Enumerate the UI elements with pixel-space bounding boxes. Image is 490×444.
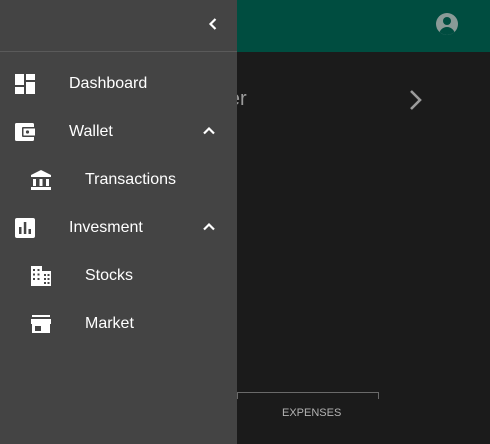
nav-item-label: Market — [85, 315, 134, 332]
building-icon — [31, 266, 51, 286]
nav-item-label: Invesment — [69, 219, 143, 236]
nav-item-dashboard[interactable]: Dashboard — [0, 60, 237, 108]
chevron-up-icon[interactable] — [200, 218, 218, 236]
nav-item-market[interactable]: Market — [0, 300, 237, 348]
bar-chart-icon — [15, 218, 35, 238]
navigation-drawer: Dashboard Wallet Transactions Invesment … — [0, 0, 237, 444]
chart-category-label: EXPENSES — [282, 407, 342, 419]
nav-item-label: Dashboard — [69, 75, 148, 92]
wallet-icon — [15, 123, 35, 141]
nav-item-label: Wallet — [69, 123, 113, 140]
store-icon — [31, 315, 51, 333]
account-circle-icon[interactable] — [436, 13, 458, 35]
bank-icon — [31, 170, 51, 190]
dashboard-icon — [15, 74, 35, 94]
chevron-up-icon[interactable] — [200, 122, 218, 140]
nav-item-invesment[interactable]: Invesment — [0, 204, 237, 252]
drawer-header — [0, 0, 237, 52]
nav-item-wallet[interactable]: Wallet — [0, 108, 237, 156]
chevron-right-icon[interactable] — [404, 88, 428, 112]
chart-axis — [237, 392, 379, 399]
nav-item-stocks[interactable]: Stocks — [0, 252, 237, 300]
chevron-left-icon[interactable] — [203, 14, 223, 34]
nav-item-label: Stocks — [85, 267, 134, 284]
nav-item-transactions[interactable]: Transactions — [0, 156, 237, 204]
nav-item-label: Transactions — [85, 171, 176, 188]
